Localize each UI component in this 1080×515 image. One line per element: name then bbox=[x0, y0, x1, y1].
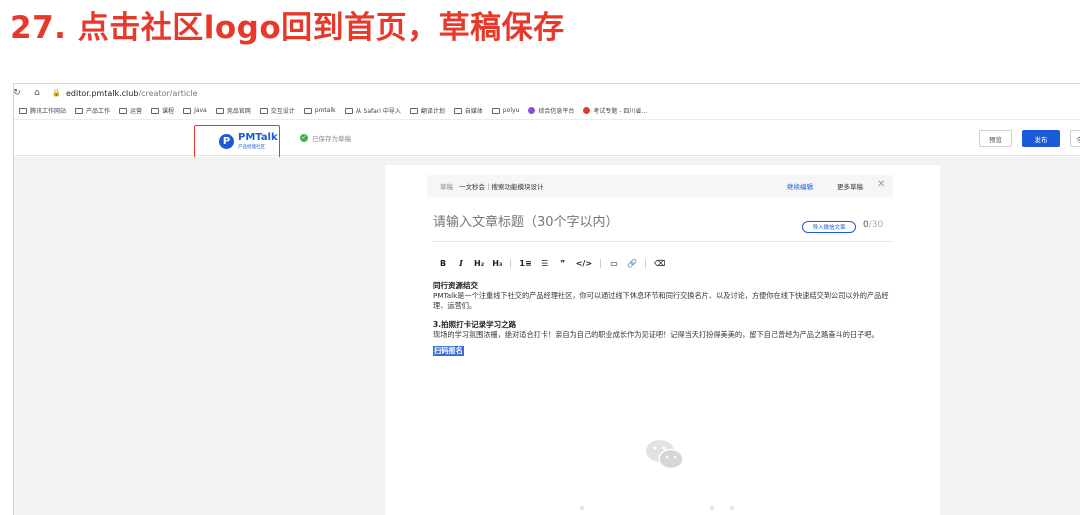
folder-icon bbox=[183, 107, 192, 114]
bookmark-item[interactable]: 腾讯工作网站 bbox=[19, 106, 66, 115]
bullet-list-button[interactable]: ☰ bbox=[540, 259, 550, 268]
bold-button[interactable]: B bbox=[438, 259, 448, 268]
article-title-input[interactable] bbox=[433, 215, 793, 230]
bookmark-label: 从 Safari 中导入 bbox=[355, 108, 401, 115]
clear-format-button[interactable]: ⌫ bbox=[654, 259, 665, 268]
folder-icon bbox=[453, 107, 462, 114]
import-wechat-button[interactable]: 导入微信文章 bbox=[802, 221, 856, 233]
home-icon[interactable]: ⌂ bbox=[30, 88, 44, 98]
bookmark-label: 腾讯工作网站 bbox=[30, 108, 67, 115]
section-heading: 同行资源结交 bbox=[433, 281, 478, 290]
bookmark-item[interactable]: polyu bbox=[491, 107, 520, 114]
wechat-icon bbox=[646, 440, 684, 470]
bookmark-item[interactable]: 课程 bbox=[151, 106, 174, 115]
ordered-list-button[interactable]: 1≡ bbox=[519, 259, 531, 268]
italic-button[interactable]: I bbox=[456, 258, 466, 268]
bookmark-label: 考试专题 - 四川省... bbox=[593, 108, 648, 115]
article-body[interactable]: 同行资源结交 PMTalk是一个注重线下社交的产品经理社区，你可以通过线下休息环… bbox=[433, 281, 898, 356]
folder-icon bbox=[119, 107, 128, 114]
editor-header: P PMTalk 产品经理社区 ✓ 已保存为草稿 预览 发布 今 bbox=[14, 120, 1080, 159]
caption-placeholder bbox=[580, 506, 734, 510]
draft-banner: 草稿 一文秒会｜搜索功能模块设计 继续编辑 更多草稿 ✕ bbox=[427, 175, 893, 197]
bookmark-label: 竞品官网 bbox=[226, 108, 251, 115]
bookmark-item[interactable]: pmtalk bbox=[303, 107, 336, 114]
bookmark-label: 自媒体 bbox=[464, 108, 483, 115]
address-field[interactable]: editor.pmtalk.club/creator/article bbox=[66, 89, 198, 98]
publish-button[interactable]: 发布 bbox=[1022, 130, 1060, 147]
save-status: ✓ 已保存为草稿 bbox=[300, 133, 351, 143]
bookmark-item[interactable]: 运营 bbox=[119, 106, 142, 115]
bookmark-label: 课程 bbox=[162, 108, 175, 115]
folder-icon bbox=[491, 107, 500, 114]
folder-icon bbox=[303, 107, 312, 114]
quote-button[interactable]: ❞ bbox=[558, 259, 568, 268]
link-button[interactable]: 🔗 bbox=[627, 259, 637, 268]
bookmark-item[interactable]: 考试专题 - 四川省... bbox=[583, 106, 647, 115]
editor-canvas: 草稿 一文秒会｜搜索功能模块设计 继续编辑 更多草稿 ✕ 导入微信文章 0/30… bbox=[14, 157, 1080, 515]
bookmark-item[interactable]: 翻译计划 bbox=[409, 106, 445, 115]
url-path: /creator/article bbox=[138, 88, 198, 98]
url-host: editor.pmtalk.club bbox=[66, 88, 139, 98]
site-icon bbox=[583, 107, 591, 114]
folder-icon bbox=[19, 107, 27, 114]
logo-text: PMTalk bbox=[238, 132, 278, 143]
reload-icon[interactable]: ↻ bbox=[14, 88, 24, 98]
image-button[interactable]: ▭ bbox=[609, 259, 619, 268]
folder-icon bbox=[75, 107, 84, 114]
bookmark-label: pmtalk bbox=[314, 107, 336, 114]
toolbar-divider bbox=[645, 258, 647, 268]
logo-subtitle: 产品经理社区 bbox=[238, 145, 265, 150]
h3-button[interactable]: H₃ bbox=[492, 259, 502, 268]
h2-button[interactable]: H₂ bbox=[474, 259, 484, 268]
bookmark-item[interactable]: 产品工作 bbox=[75, 106, 110, 115]
bookmark-label: 翻译计划 bbox=[420, 108, 445, 115]
bookmark-label: 运营 bbox=[130, 108, 143, 115]
preview-button[interactable]: 预览 bbox=[979, 130, 1012, 147]
toolbar-divider bbox=[600, 258, 602, 268]
bookmark-label: 交互设计 bbox=[270, 108, 295, 115]
bookmark-item[interactable]: 交互设计 bbox=[259, 106, 295, 115]
save-status-label: 已保存为草稿 bbox=[312, 135, 351, 143]
folder-icon bbox=[151, 107, 160, 114]
paragraph: PMTalk是一个注重线下社交的产品经理社区，你可以通过线下休息环节和同行交换名… bbox=[433, 291, 889, 310]
site-icon bbox=[528, 107, 536, 114]
bookmark-label: 产品工作 bbox=[86, 108, 111, 115]
bookmark-label: polyu bbox=[502, 107, 520, 114]
community-logo-link[interactable]: P PMTalk 产品经理社区 bbox=[194, 125, 280, 159]
count-max: /30 bbox=[868, 220, 884, 230]
folder-icon bbox=[215, 107, 224, 114]
check-icon: ✓ bbox=[300, 134, 308, 142]
close-icon[interactable]: ✕ bbox=[877, 179, 885, 190]
code-button[interactable]: </> bbox=[576, 259, 592, 268]
folder-icon bbox=[344, 107, 353, 114]
url-bar: ↻ ⌂ 🔒 editor.pmtalk.club/creator/article bbox=[14, 84, 1080, 102]
continue-edit-link[interactable]: 继续编辑 bbox=[787, 181, 813, 191]
draft-tag: 草稿 bbox=[440, 183, 453, 191]
bookmark-item[interactable]: Java bbox=[183, 107, 207, 114]
more-drafts-link[interactable]: 更多草稿 bbox=[837, 181, 863, 191]
bookmark-item[interactable]: 竞品官网 bbox=[215, 106, 251, 115]
section-heading: 3.拍照打卡记录学习之路 bbox=[433, 320, 517, 329]
lock-icon: 🔒 bbox=[52, 89, 61, 97]
draft-title: 一文秒会｜搜索功能模块设计 bbox=[459, 183, 544, 191]
folder-icon bbox=[259, 107, 268, 114]
editor-panel: 草稿 一文秒会｜搜索功能模块设计 继续编辑 更多草稿 ✕ 导入微信文章 0/30… bbox=[385, 165, 940, 515]
bookmark-label: Java bbox=[194, 107, 207, 114]
selected-text: 扫码报名 bbox=[433, 346, 464, 356]
title-divider bbox=[433, 241, 893, 242]
paragraph: 现场的学习氛围浓栅，绝对适合打卡！亲自为自己的职业成长作为见证吧！记得当天打扮得… bbox=[433, 330, 879, 339]
pmtalk-logo-icon: P bbox=[219, 134, 234, 149]
bookmark-item[interactable]: 自媒体 bbox=[453, 106, 483, 115]
format-toolbar: B I H₂ H₃ 1≡ ☰ ❞ </> ▭ 🔗 ⌫ bbox=[438, 256, 673, 270]
bookmarks-bar: 腾讯工作网站 产品工作 运营 课程 Java 竞品官网 交互设计 pmtalk … bbox=[14, 102, 1080, 120]
folder-icon bbox=[409, 107, 418, 114]
toolbar-divider bbox=[510, 258, 512, 268]
extra-button[interactable]: 今 bbox=[1070, 130, 1080, 147]
bookmark-item[interactable]: 综合信息平台 bbox=[528, 106, 574, 115]
bookmark-label: 综合信息平台 bbox=[538, 108, 575, 115]
slide-title: 27. 点击社区logo回到首页，草稿保存 bbox=[10, 10, 565, 46]
browser-window: ↻ ⌂ 🔒 editor.pmtalk.club/creator/article… bbox=[13, 83, 1080, 515]
title-char-count: 0/30 bbox=[863, 220, 883, 230]
bookmark-item[interactable]: 从 Safari 中导入 bbox=[344, 106, 401, 115]
